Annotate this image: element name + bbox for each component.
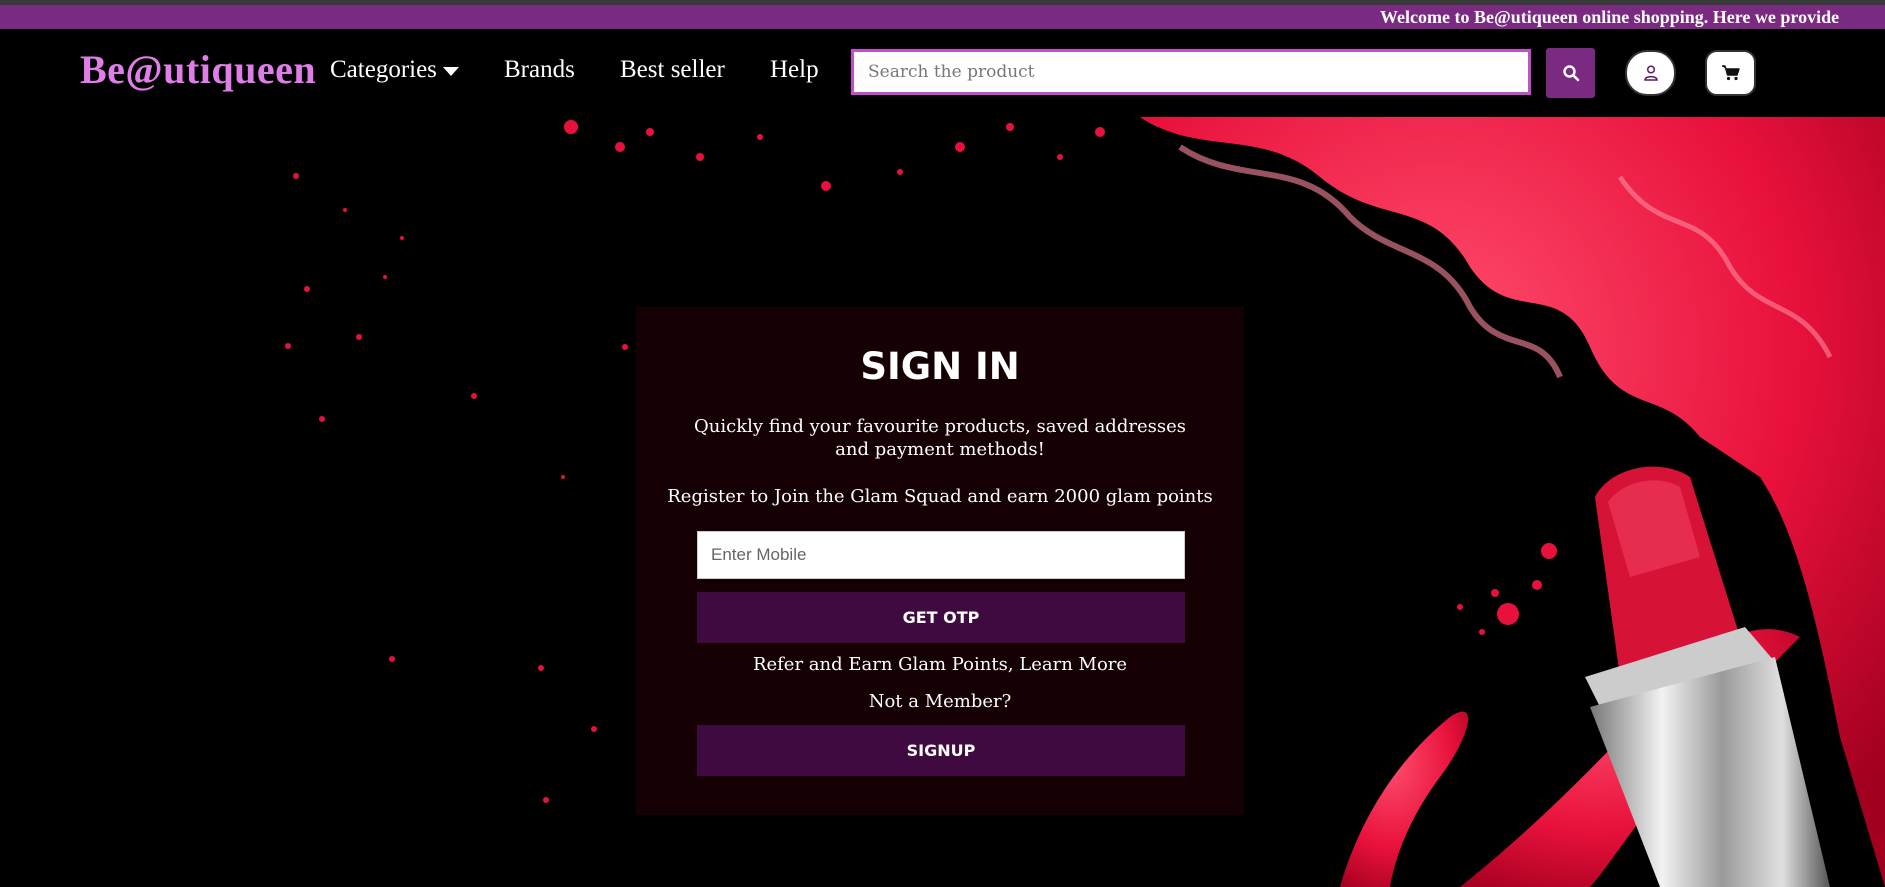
nav-best-seller[interactable]: Best seller xyxy=(620,56,725,84)
caret-down-icon xyxy=(442,66,459,76)
signin-description: Quickly find your favourite products, sa… xyxy=(694,416,1186,460)
user-icon xyxy=(1643,65,1658,81)
mobile-input[interactable] xyxy=(697,531,1185,579)
cart-icon xyxy=(1721,65,1740,81)
hero-banner: SIGN IN Quickly find your favourite prod… xyxy=(0,117,1885,887)
search-button[interactable] xyxy=(1546,48,1595,98)
announcement-bar: Welcome to Be@utiqueen online shopping. … xyxy=(0,5,1885,29)
announcement-text: Welcome to Be@utiqueen online shopping. … xyxy=(1380,7,1840,27)
nav-categories[interactable]: Categories xyxy=(330,56,459,84)
site-logo[interactable]: Be@utiqueen xyxy=(80,46,316,93)
search-icon xyxy=(1562,65,1579,82)
get-otp-button[interactable]: GET OTP xyxy=(697,592,1185,643)
signin-card: SIGN IN Quickly find your favourite prod… xyxy=(636,307,1244,815)
nav-categories-label: Categories xyxy=(330,56,437,83)
account-button[interactable] xyxy=(1625,50,1676,96)
signin-title: SIGN IN xyxy=(860,345,1020,388)
signup-button[interactable]: SIGNUP xyxy=(697,725,1185,776)
nav-brands[interactable]: Brands xyxy=(504,56,575,84)
signin-register-text: Register to Join the Glam Squad and earn… xyxy=(667,486,1213,507)
cart-button[interactable] xyxy=(1705,50,1756,96)
header-navbar: Be@utiqueen Categories Brands Best selle… xyxy=(0,29,1885,117)
not-member-text: Not a Member? xyxy=(868,691,1012,712)
nav-help[interactable]: Help xyxy=(770,56,819,84)
search-input[interactable] xyxy=(851,49,1531,95)
refer-earn-link[interactable]: Refer and Earn Glam Points, Learn More xyxy=(636,654,1244,675)
